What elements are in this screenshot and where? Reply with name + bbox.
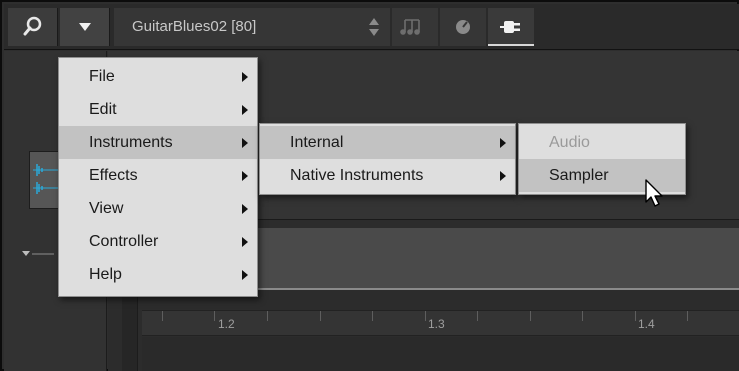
search-button[interactable] <box>8 8 58 46</box>
collapse-arrow-icon[interactable] <box>22 248 54 260</box>
pattern-grid[interactable] <box>142 337 739 371</box>
notes-icon <box>400 19 420 35</box>
submenu-arrow-icon <box>500 138 506 148</box>
submenu-arrow-icon <box>500 171 506 181</box>
menu-item-label: Help <box>89 266 122 283</box>
menu-item-native-instruments[interactable]: Native Instruments <box>260 159 515 192</box>
submenu-arrow-icon <box>242 105 248 115</box>
menu-item-label: Edit <box>89 101 117 118</box>
sound-name-field[interactable]: GuitarBlues02 [80] <box>114 8 390 46</box>
menu-item-internal[interactable]: Internal <box>260 126 515 159</box>
main-menu: File Edit Instruments Effects View Contr… <box>58 57 258 297</box>
menu-item-label: Instruments <box>89 134 173 151</box>
menu-item-label: View <box>89 200 124 217</box>
menu-button[interactable] <box>60 8 110 46</box>
ruler-label: 1.4 <box>638 317 655 331</box>
submenu-arrow-icon <box>242 204 248 214</box>
submenu-arrow-icon <box>242 72 248 82</box>
submenu-arrow-icon <box>242 171 248 181</box>
ruler-label: 1.3 <box>428 317 445 331</box>
top-toolbar: GuitarBlues02 [80] <box>4 4 739 50</box>
menu-item-label: Sampler <box>549 167 609 184</box>
notes-button[interactable] <box>392 8 438 46</box>
knob-icon <box>456 20 470 34</box>
menu-item-label: Controller <box>89 233 159 250</box>
menu-item-controller[interactable]: Controller <box>59 225 257 258</box>
search-icon <box>23 16 42 36</box>
menu-item-instruments[interactable]: Instruments <box>59 126 257 159</box>
ruler-label: 1.2 <box>218 317 235 331</box>
plug-icon <box>500 21 520 33</box>
menu-item-label: Effects <box>89 167 138 184</box>
knob-button[interactable] <box>440 8 486 46</box>
chevron-down-icon <box>79 23 91 31</box>
submenu-arrow-icon <box>242 138 248 148</box>
timeline-ruler[interactable]: 1.2 1.3 1.4 <box>142 310 739 336</box>
menu-item-edit[interactable]: Edit <box>59 93 257 126</box>
menu-item-help[interactable]: Help <box>59 258 257 291</box>
menu-item-label: Audio <box>549 134 590 151</box>
sound-name: GuitarBlues02 [80] <box>132 18 257 35</box>
menu-item-file[interactable]: File <box>59 60 257 93</box>
menu-item-label: Internal <box>290 134 344 151</box>
mouse-cursor-icon <box>645 179 663 207</box>
instruments-submenu: Internal Native Instruments <box>259 123 516 195</box>
up-down-stepper-icon[interactable] <box>368 17 380 37</box>
menu-item-view[interactable]: View <box>59 192 257 225</box>
submenu-arrow-icon <box>242 270 248 280</box>
plugin-button[interactable] <box>488 8 534 46</box>
menu-item-label: Native Instruments <box>290 167 424 184</box>
menu-item-effects[interactable]: Effects <box>59 159 257 192</box>
menu-item-audio[interactable]: Audio <box>519 126 685 159</box>
submenu-arrow-icon <box>242 237 248 247</box>
menu-item-label: File <box>89 68 115 85</box>
